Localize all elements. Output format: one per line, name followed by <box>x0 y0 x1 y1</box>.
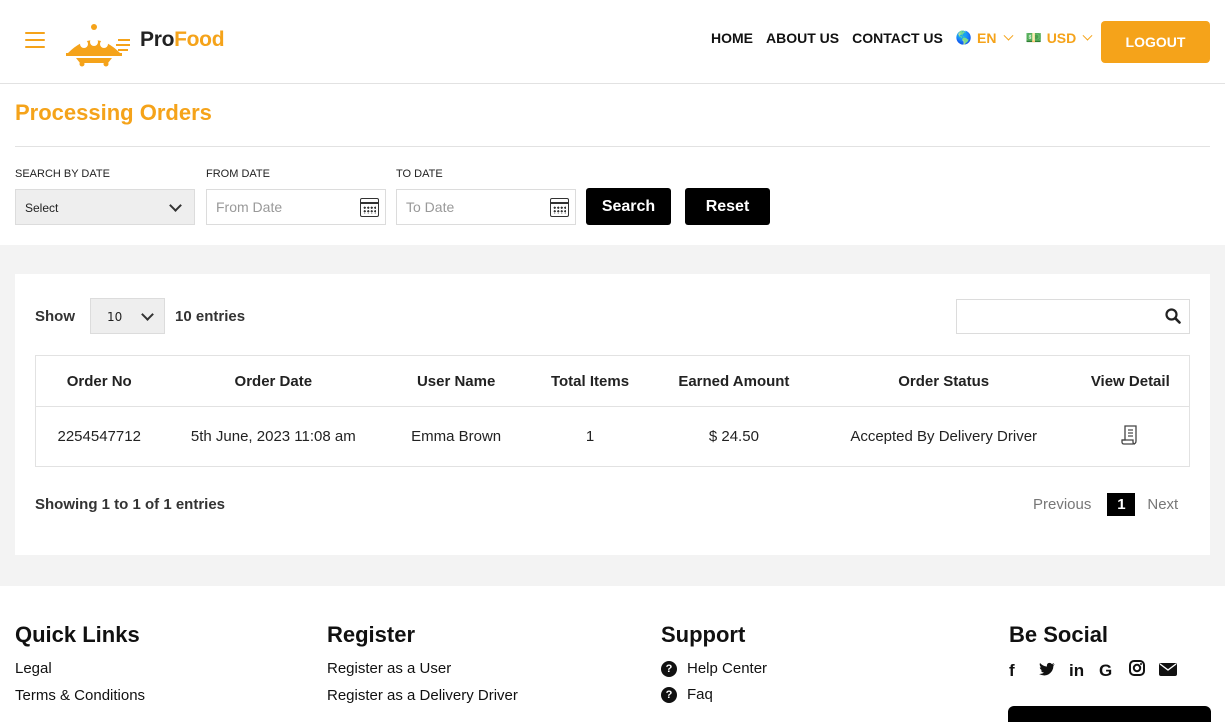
cell-order-date: 5th June, 2023 11:08 am <box>162 406 385 467</box>
food-cart-logo-icon <box>66 24 130 67</box>
document-icon[interactable] <box>1121 424 1139 445</box>
language-value: EN <box>977 30 997 46</box>
instagram-icon[interactable] <box>1129 660 1159 681</box>
social-icons: f in G <box>1009 660 1189 681</box>
calendar-icon[interactable] <box>550 198 569 217</box>
col-header-earned-amount[interactable]: Earned Amount <box>651 355 816 407</box>
chevron-down-icon <box>169 199 182 212</box>
envelope-icon[interactable] <box>1159 661 1189 681</box>
footer-help-center-label: Help Center <box>687 660 768 677</box>
col-header-total-items[interactable]: Total Items <box>528 355 652 407</box>
language-selector[interactable]: 🌎 EN <box>955 30 1013 46</box>
nav-about-link[interactable]: ABOUT US <box>766 30 839 46</box>
footer-support: Support ? Help Center ? Faq <box>661 622 767 712</box>
orders-table: Order No Order Date User Name Total Item… <box>35 355 1190 467</box>
from-date-input[interactable]: From Date <box>206 189 386 225</box>
footer-quick-links-title: Quick Links <box>15 622 140 647</box>
to-date-label: TO DATE <box>396 168 443 180</box>
calendar-icon[interactable] <box>360 198 379 217</box>
to-date-placeholder: To Date <box>406 199 455 215</box>
footer-link-faq[interactable]: ? Faq <box>661 686 767 703</box>
footer-support-title: Support <box>661 622 746 647</box>
cell-user-name: Emma Brown <box>384 406 529 467</box>
nav-contact-link[interactable]: CONTACT US <box>852 30 943 46</box>
currency-value: USD <box>1046 30 1077 46</box>
col-header-view-detail[interactable]: View Detail <box>1071 355 1190 407</box>
faq-icon: ? <box>661 686 677 703</box>
nav-home-link[interactable]: HOME <box>711 30 753 46</box>
to-date-input[interactable]: To Date <box>396 189 576 225</box>
brand-logo[interactable]: ProFood <box>62 13 225 67</box>
footer-link-terms[interactable]: Terms & Conditions <box>15 687 145 704</box>
col-header-order-status[interactable]: Order Status <box>815 355 1072 407</box>
search-by-date-select[interactable]: Select <box>15 189 195 225</box>
chevron-down-icon <box>141 308 154 321</box>
from-date-placeholder: From Date <box>216 199 283 215</box>
globe-icon: 🌎 <box>955 30 973 45</box>
footer-quick-links: Quick Links Legal Terms & Conditions <box>15 622 145 714</box>
search-button[interactable]: Search <box>586 188 671 225</box>
table-search-input[interactable] <box>957 300 1147 333</box>
search-by-date-value: Select <box>25 201 59 215</box>
twitter-icon[interactable] <box>1039 661 1069 681</box>
hamburger-menu-icon[interactable] <box>25 32 45 50</box>
pagination-next[interactable]: Next <box>1147 496 1178 513</box>
chevron-down-icon <box>1082 30 1093 41</box>
facebook-icon[interactable]: f <box>1009 661 1039 681</box>
cell-order-status: Accepted By Delivery Driver <box>815 406 1072 467</box>
currency-selector[interactable]: 💵 USD <box>1025 30 1093 46</box>
footer-register: Register Register as a User Register as … <box>327 622 518 714</box>
footer-link-register-user[interactable]: Register as a User <box>327 660 518 677</box>
orders-card: Show 10 10 entries Order No Order Date U… <box>15 274 1210 555</box>
footer-register-title: Register <box>327 622 416 647</box>
footer-social: Be Social f in G <box>1009 622 1189 681</box>
footer-link-help-center[interactable]: ? Help Center <box>661 660 767 677</box>
app-store-button[interactable] <box>1008 706 1211 722</box>
search-icon[interactable] <box>1165 308 1181 324</box>
linkedin-icon[interactable]: in <box>1069 661 1099 681</box>
footer-link-legal[interactable]: Legal <box>15 660 145 677</box>
cell-earned-amount: $ 24.50 <box>651 406 816 467</box>
page-length-select[interactable]: 10 <box>90 298 165 334</box>
show-label: Show <box>35 308 75 325</box>
col-header-user-name[interactable]: User Name <box>384 355 529 407</box>
col-header-order-date[interactable]: Order Date <box>162 355 385 407</box>
footer-social-title: Be Social <box>1009 622 1109 647</box>
pagination: Previous 1 Next <box>1033 493 1178 516</box>
pagination-info: Showing 1 to 1 of 1 entries <box>35 496 226 513</box>
chevron-down-icon <box>1003 30 1013 41</box>
divider <box>15 146 1210 147</box>
search-by-date-label: SEARCH BY DATE <box>15 168 110 180</box>
footer-link-register-driver[interactable]: Register as a Delivery Driver <box>327 687 518 704</box>
entries-label: 10 entries <box>175 308 246 325</box>
pagination-previous[interactable]: Previous <box>1033 496 1091 513</box>
brand-name: ProFood <box>140 28 225 52</box>
cell-view-detail <box>1071 406 1190 467</box>
footer-faq-label: Faq <box>687 686 713 703</box>
cell-order-no: 2254547712 <box>35 406 163 467</box>
logout-button[interactable]: LOGOUT <box>1101 21 1210 63</box>
site-footer: Quick Links Legal Terms & Conditions Reg… <box>0 586 1225 722</box>
top-header: ProFood HOME ABOUT US CONTACT US 🌎 EN 💵 … <box>0 0 1225 84</box>
table-search <box>956 299 1190 334</box>
col-header-order-no[interactable]: Order No <box>35 355 163 407</box>
from-date-label: FROM DATE <box>206 168 270 180</box>
google-icon[interactable]: G <box>1099 661 1129 681</box>
reset-button[interactable]: Reset <box>685 188 770 225</box>
brand-name-pro: Pro <box>140 28 175 51</box>
pagination-page-1[interactable]: 1 <box>1107 493 1136 516</box>
page-title: Processing Orders <box>15 100 212 125</box>
currency-flag-icon: 💵 <box>1025 30 1042 45</box>
table-header-row: Order No Order Date User Name Total Item… <box>35 355 1190 407</box>
brand-name-food: Food <box>174 28 225 51</box>
cell-total-items: 1 <box>528 406 652 467</box>
page-length-value: 10 <box>107 310 123 324</box>
main-nav: HOME ABOUT US CONTACT US 🌎 EN 💵 USD <box>711 30 1105 46</box>
question-circle-icon: ? <box>661 660 677 677</box>
table-row: 2254547712 5th June, 2023 11:08 am Emma … <box>35 406 1190 467</box>
filter-panel: Processing Orders SEARCH BY DATE Select … <box>0 84 1225 245</box>
